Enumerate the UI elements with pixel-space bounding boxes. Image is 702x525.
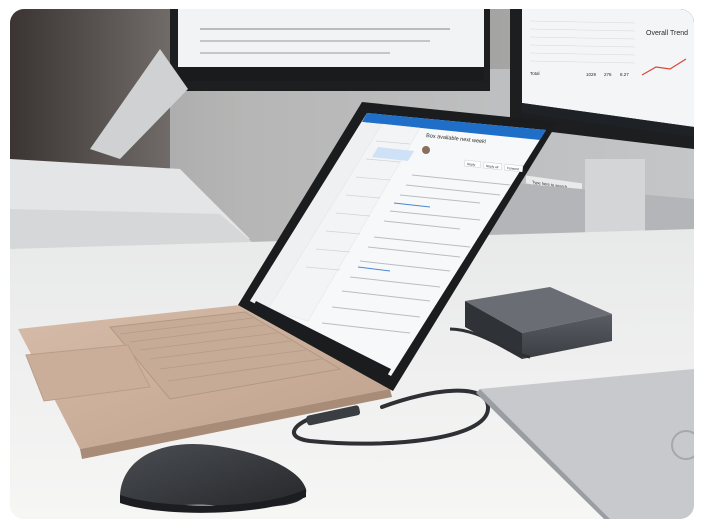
monitor-total-value-3: 8.27: [620, 72, 629, 77]
speaker: [585, 159, 645, 239]
photo-frame: Overall Trend Total 1029 276 8.27 Type h…: [10, 9, 694, 519]
office-desk-photo: Overall Trend Total 1029 276 8.27 Type h…: [10, 9, 694, 519]
monitor-chart-title: Overall Trend: [646, 30, 688, 37]
monitor-total-value-1: 1029: [586, 72, 597, 77]
monitor-total-value-2: 276: [604, 72, 612, 77]
sender-avatar: [422, 146, 430, 154]
monitor-total-label: Total: [530, 71, 540, 76]
